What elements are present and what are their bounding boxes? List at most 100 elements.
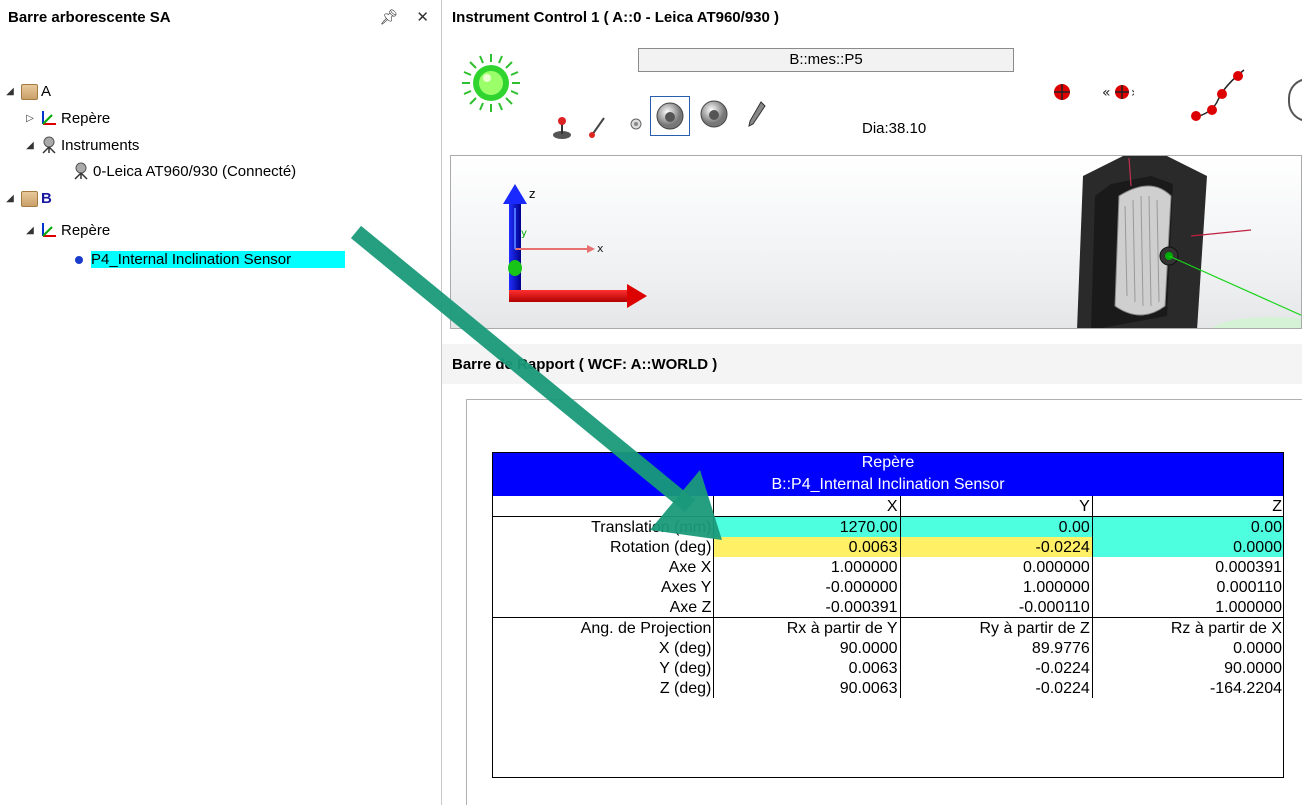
row-label: Axes Y — [492, 577, 715, 597]
multi-point-icon[interactable] — [1188, 64, 1248, 124]
cell-z: 0.000110 — [1216, 578, 1282, 596]
row-label: Translation (mm) — [492, 516, 715, 537]
close-icon[interactable]: ✕ — [416, 8, 429, 26]
report-heading: Repère — [492, 452, 1284, 474]
target-icon[interactable] — [1046, 76, 1078, 108]
cell-x: 90.0000 — [713, 638, 901, 658]
report-subheading: B::P4_Internal Inclination Sensor — [492, 474, 1284, 496]
instrument-icon — [40, 136, 58, 154]
tree-item-label: A — [41, 82, 52, 100]
cell-z: Rz à partir de X — [1170, 619, 1282, 637]
cell-x: 0.0063 — [713, 537, 901, 557]
overflow-tool-icon[interactable] — [1288, 78, 1302, 122]
diameter-label: Dia:38.10 — [862, 120, 927, 137]
tree-item-label: Instruments — [61, 136, 140, 154]
column-header-z: Z — [1272, 497, 1282, 515]
report-panel-header: Barre de Rapport ( WCF: A::WORLD ) — [442, 344, 1302, 384]
cell-y: -0.0224 — [900, 678, 1093, 698]
row-label: Z (deg) — [492, 678, 715, 698]
svg-text:z: z — [529, 187, 535, 201]
tree-item-label: Repère — [61, 109, 111, 127]
cell-z: 0.0000 — [1092, 537, 1284, 557]
expand-icon[interactable]: ◢ — [4, 86, 16, 97]
frame-icon — [40, 221, 58, 239]
table-row: Ang. de Projection Rx à partir de Y Ry à… — [492, 617, 1284, 638]
tree-item-label: P4_Internal Inclination Sensor — [91, 250, 345, 268]
cell-z: -164.2204 — [1209, 679, 1282, 697]
cell-x: 90.0063 — [713, 678, 901, 698]
table-corner — [492, 496, 715, 517]
cell-y: -0.0224 — [900, 658, 1093, 678]
3d-view[interactable]: z x y — [450, 155, 1302, 329]
row-label: Ang. de Projection — [492, 617, 715, 638]
table-row: X (deg) 90.0000 89.9776 0.0000 — [492, 638, 1284, 658]
tree-panel-header: Barre arborescente SA 📌︎ ✕ — [0, 0, 441, 34]
tree-item-leica[interactable]: 0-Leica AT960/930 (Connecté) — [72, 160, 296, 182]
expand-icon[interactable]: ◢ — [24, 225, 36, 236]
svg-text:x: x — [597, 242, 604, 255]
cell-x: -0.000000 — [713, 577, 901, 597]
tree-item-repere-b[interactable]: ◢ Repère — [24, 219, 110, 241]
report-area: Repère B::P4_Internal Inclination Sensor… — [466, 399, 1302, 805]
pin-icon[interactable]: 📌︎ — [379, 8, 398, 26]
cell-y: 0.000000 — [900, 557, 1093, 577]
instrument-panel-title: Instrument Control 1 ( A::0 - Leica AT96… — [452, 8, 780, 26]
tree-panel: Barre arborescente SA 📌︎ ✕ ◢ A ▷ Repère … — [0, 0, 442, 805]
instrument-toolbar: B::mes::P5 Dia:38.10 «» — [442, 34, 1302, 152]
column-header-y: Y — [900, 496, 1093, 517]
tree-item-b[interactable]: ◢ B — [4, 187, 52, 209]
box-icon — [20, 82, 38, 100]
tree-item-label: 0-Leica AT960/930 (Connecté) — [93, 162, 297, 180]
probe-pen-icon[interactable] — [740, 98, 772, 130]
tree-item-a[interactable]: ◢ A — [4, 80, 51, 102]
cell-z: 0.0000 — [1233, 639, 1282, 657]
cell-y: Ry à partir de Z — [900, 617, 1093, 638]
tree-panel-title: Barre arborescente SA — [8, 8, 171, 26]
cell-z: 0.00 — [1092, 516, 1284, 537]
table-row: Axe Z -0.000391 -0.000110 1.000000 — [492, 597, 1284, 618]
row-label: Rotation (deg) — [492, 537, 715, 557]
instrument-panel-header: Instrument Control 1 ( A::0 - Leica AT96… — [442, 0, 1302, 34]
cell-y: 0.00 — [900, 516, 1093, 537]
expand-icon[interactable]: ◢ — [4, 193, 16, 204]
frame-icon — [40, 109, 58, 127]
measurement-name-field[interactable]: B::mes::P5 — [638, 48, 1014, 72]
row-label: Axe X — [492, 557, 715, 577]
scan-target-icon[interactable]: «» — [1102, 76, 1134, 108]
cell-x: -0.000391 — [713, 597, 901, 618]
table-row: Axes Y -0.000000 1.000000 0.000110 — [492, 577, 1284, 597]
small-sphere-icon[interactable] — [620, 108, 652, 140]
cell-x: 1270.00 — [713, 516, 901, 537]
cell-y: -0.0224 — [900, 537, 1093, 557]
probe-red-icon[interactable] — [582, 110, 614, 142]
instrument-icon — [72, 162, 90, 180]
expand-icon[interactable]: ◢ — [24, 140, 36, 151]
table-row: Translation (mm) 1270.00 0.00 0.00 — [492, 516, 1284, 537]
main-area: Instrument Control 1 ( A::0 - Leica AT96… — [442, 0, 1302, 805]
cell-z: 90.0000 — [1224, 659, 1282, 677]
svg-text:«: « — [1102, 85, 1111, 101]
collapse-icon[interactable]: ▷ — [24, 113, 36, 124]
sphere-reflector-icon[interactable] — [650, 96, 690, 136]
sphere-reflector-2-icon[interactable] — [698, 98, 730, 130]
table-row: Y (deg) 0.0063 -0.0224 90.0000 — [492, 658, 1284, 678]
frame-report-table: Repère B::P4_Internal Inclination Sensor… — [492, 452, 1284, 698]
cell-y: 89.9776 — [900, 638, 1093, 658]
row-label: Y (deg) — [492, 658, 715, 678]
status-light-icon — [460, 52, 522, 114]
cell-z: 1.000000 — [1215, 598, 1282, 616]
tree-item-repere-a[interactable]: ▷ Repère — [24, 107, 110, 129]
tree-item-p4[interactable]: P4_Internal Inclination Sensor — [72, 248, 345, 270]
tree-item-label: Repère — [61, 221, 111, 239]
row-label: Axe Z — [492, 597, 715, 618]
report-panel-title: Barre de Rapport ( WCF: A::WORLD ) — [452, 355, 718, 373]
box-icon — [20, 189, 38, 207]
cell-y: -0.000110 — [900, 597, 1093, 618]
cell-x: 0.0063 — [713, 658, 901, 678]
cell-z: 0.000391 — [1215, 558, 1282, 576]
cell-y: 1.000000 — [900, 577, 1093, 597]
column-header-x: X — [713, 496, 901, 517]
joystick-icon[interactable] — [546, 112, 578, 144]
svg-text:»: » — [1131, 85, 1134, 101]
tree-item-instruments[interactable]: ◢ Instruments — [24, 134, 139, 156]
